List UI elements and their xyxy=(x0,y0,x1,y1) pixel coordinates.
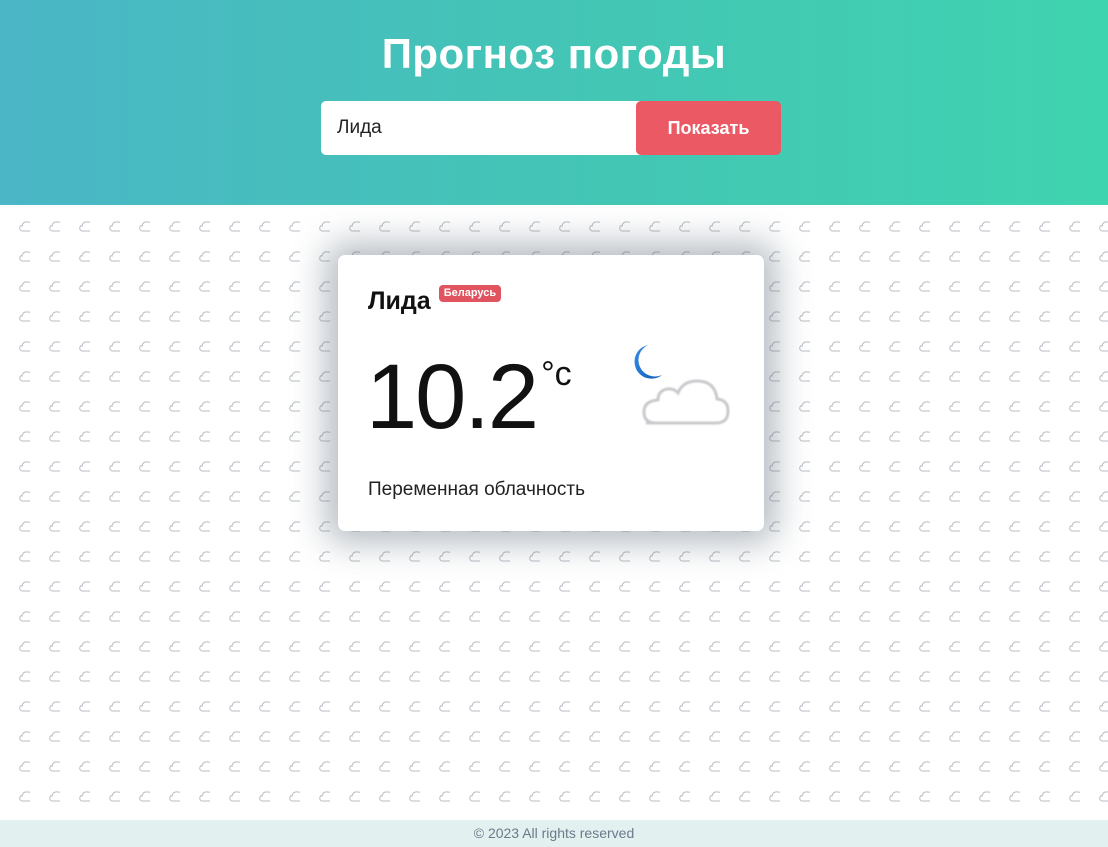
page-title: Прогноз погоды xyxy=(381,30,727,77)
weather-description: Переменная облачность xyxy=(368,479,585,500)
moon-cloud-icon xyxy=(634,345,730,425)
copyright-text: © 2023 All rights reserved xyxy=(473,825,635,841)
city-row: Лида Беларусь xyxy=(368,285,502,316)
header: Прогноз погоды Показать xyxy=(0,0,1108,205)
city-search-input[interactable] xyxy=(321,101,641,155)
temperature-value: 10.2 xyxy=(366,346,539,448)
temperature-unit: °c xyxy=(541,355,572,393)
temperature-row: 10.2 °c xyxy=(366,351,572,443)
city-name: Лида xyxy=(368,287,431,315)
footer: © 2023 All rights reserved xyxy=(0,820,1108,847)
country-badge: Беларусь xyxy=(438,285,502,302)
weather-card: Лида Беларусь 10.2 °c Переменная облачно… xyxy=(338,255,764,531)
search-form: Показать xyxy=(321,101,781,155)
show-button[interactable]: Показать xyxy=(636,101,781,155)
